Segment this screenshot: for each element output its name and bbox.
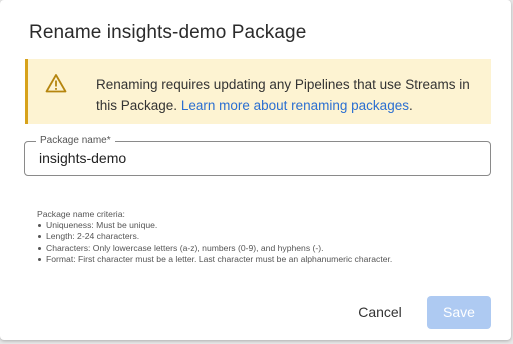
criteria-item: Format: First character must be a letter…	[37, 254, 392, 265]
criteria-help: Package name criteria: Uniqueness: Must …	[37, 209, 392, 265]
criteria-item: Uniqueness: Must be unique.	[37, 220, 392, 231]
warning-suffix: .	[408, 98, 413, 113]
learn-more-link[interactable]: Learn more about renaming packages	[181, 98, 409, 113]
criteria-item: Characters: Only lowercase letters (a-z)…	[37, 243, 392, 254]
warning-banner: Renaming requires updating any Pipelines…	[25, 59, 491, 124]
save-button[interactable]: Save	[427, 296, 491, 329]
criteria-list: Uniqueness: Must be unique. Length: 2-24…	[37, 220, 392, 265]
rename-package-dialog: Rename insights-demo Package Renaming re…	[0, 0, 511, 340]
package-name-label: Package name*	[36, 134, 115, 148]
warning-message: Renaming requires updating any Pipelines…	[96, 74, 476, 116]
criteria-item: Length: 2-24 characters.	[37, 231, 392, 242]
package-name-input[interactable]: insights-demo	[39, 150, 126, 166]
cancel-button[interactable]: Cancel	[352, 297, 408, 328]
criteria-heading: Package name criteria:	[37, 209, 125, 219]
package-name-field[interactable]: Package name* insights-demo	[24, 134, 491, 176]
dialog-title: Rename insights-demo Package	[29, 22, 307, 43]
warning-triangle-icon	[45, 73, 67, 93]
